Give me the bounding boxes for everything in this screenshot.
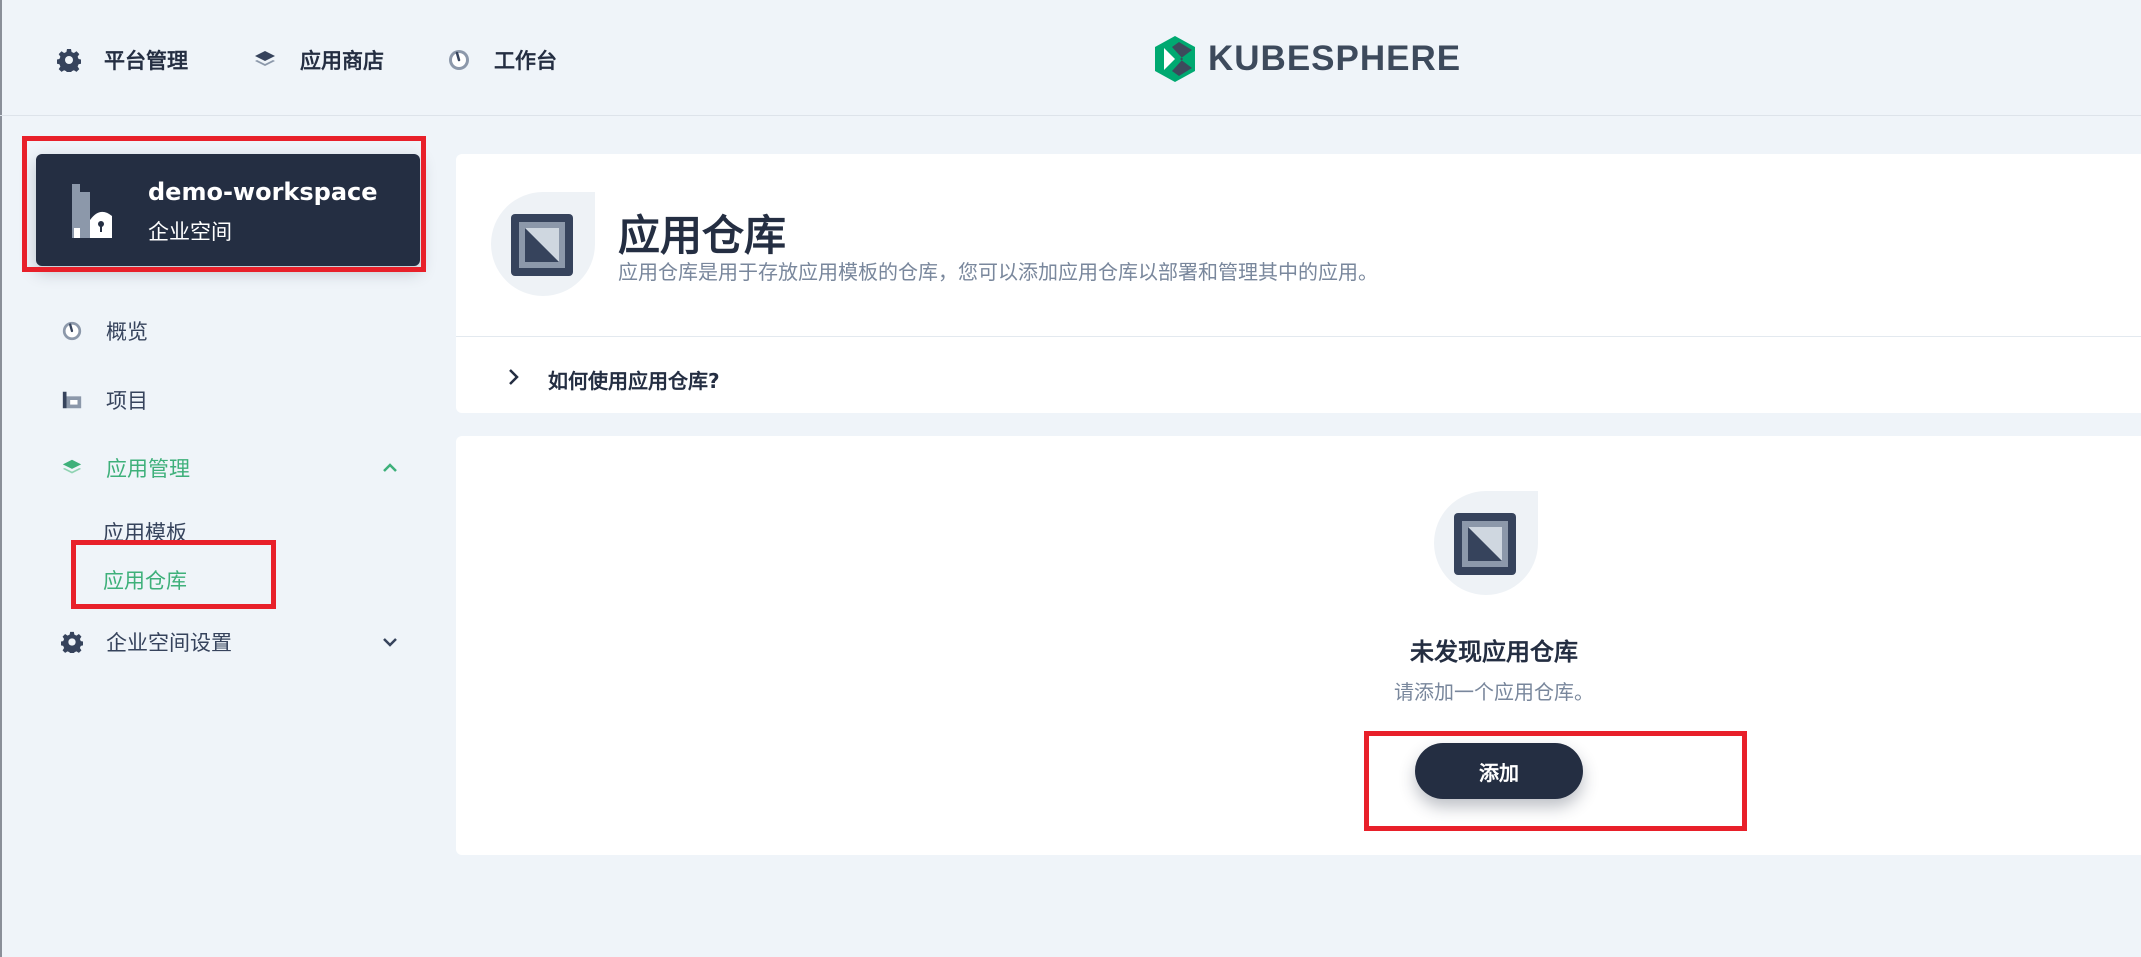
window-edge	[0, 0, 2, 957]
workspace-name: demo-workspace	[148, 178, 378, 206]
sidebar-item-label: 应用管理	[106, 457, 190, 481]
top-navbar: 平台管理 应用商店 工作台 KUBESPHERE	[0, 0, 2141, 116]
sidebar-item-overview[interactable]: 概览	[60, 311, 400, 351]
kubesphere-logo[interactable]: KUBESPHERE	[1152, 34, 1461, 84]
sidebar-subitem-app-repos[interactable]: 应用仓库	[103, 565, 187, 595]
gear-icon	[56, 47, 82, 73]
page-description: 应用仓库是用于存放应用模板的仓库，您可以添加应用仓库以部署和管理其中的应用。	[618, 260, 1378, 284]
layers-icon	[252, 47, 278, 73]
add-repo-button[interactable]: 添加	[1415, 743, 1583, 799]
sidebar-item-label: 项目	[106, 389, 148, 413]
nav-label: 平台管理	[104, 49, 188, 73]
nav-label: 工作台	[494, 49, 557, 73]
empty-state-title: 未发现应用仓库	[1410, 638, 1578, 666]
logo-text: KUBESPHERE	[1208, 39, 1462, 78]
nav-platform-management[interactable]: 平台管理	[56, 40, 188, 80]
layers-icon	[60, 456, 84, 480]
kubesphere-logo-icon	[1155, 36, 1195, 82]
sidebar-item-label: 企业空间设置	[106, 631, 232, 655]
sidebar-subitem-app-templates[interactable]: 应用模板	[103, 517, 187, 547]
nav-app-store[interactable]: 应用商店	[252, 40, 384, 80]
empty-state-description: 请添加一个应用仓库。	[1394, 680, 1594, 704]
gear-icon	[60, 630, 84, 654]
empty-state-panel: 未发现应用仓库 请添加一个应用仓库。 添加	[456, 436, 2141, 855]
nav-workbench[interactable]: 工作台	[446, 40, 557, 80]
divider	[456, 336, 2141, 337]
chevron-right-icon	[504, 367, 524, 391]
page-title: 应用仓库	[618, 211, 787, 260]
app-repo-icon	[491, 192, 595, 296]
workspace-type: 企业空间	[148, 220, 232, 244]
sidebar-item-app-management[interactable]: 应用管理	[60, 448, 400, 488]
howto-label: 如何使用应用仓库?	[548, 368, 720, 393]
app-repo-icon	[1434, 491, 1538, 595]
sidebar-item-projects[interactable]: 项目	[60, 380, 400, 420]
workspace-selector[interactable]: demo-workspace 企业空间	[36, 154, 420, 266]
sidebar-item-label: 概览	[106, 320, 148, 344]
sidebar-item-workspace-settings[interactable]: 企业空间设置	[60, 622, 400, 662]
enterprise-icon	[70, 180, 116, 242]
howto-expander[interactable]: 如何使用应用仓库?	[504, 354, 720, 404]
page-banner: 应用仓库 应用仓库是用于存放应用模板的仓库，您可以添加应用仓库以部署和管理其中的…	[456, 154, 2141, 413]
dashboard-icon	[446, 47, 472, 73]
chevron-down-icon[interactable]	[380, 632, 400, 656]
nav-label: 应用商店	[300, 49, 384, 73]
project-icon	[60, 388, 84, 412]
chevron-up-icon[interactable]	[380, 458, 400, 482]
dashboard-icon	[60, 319, 84, 343]
